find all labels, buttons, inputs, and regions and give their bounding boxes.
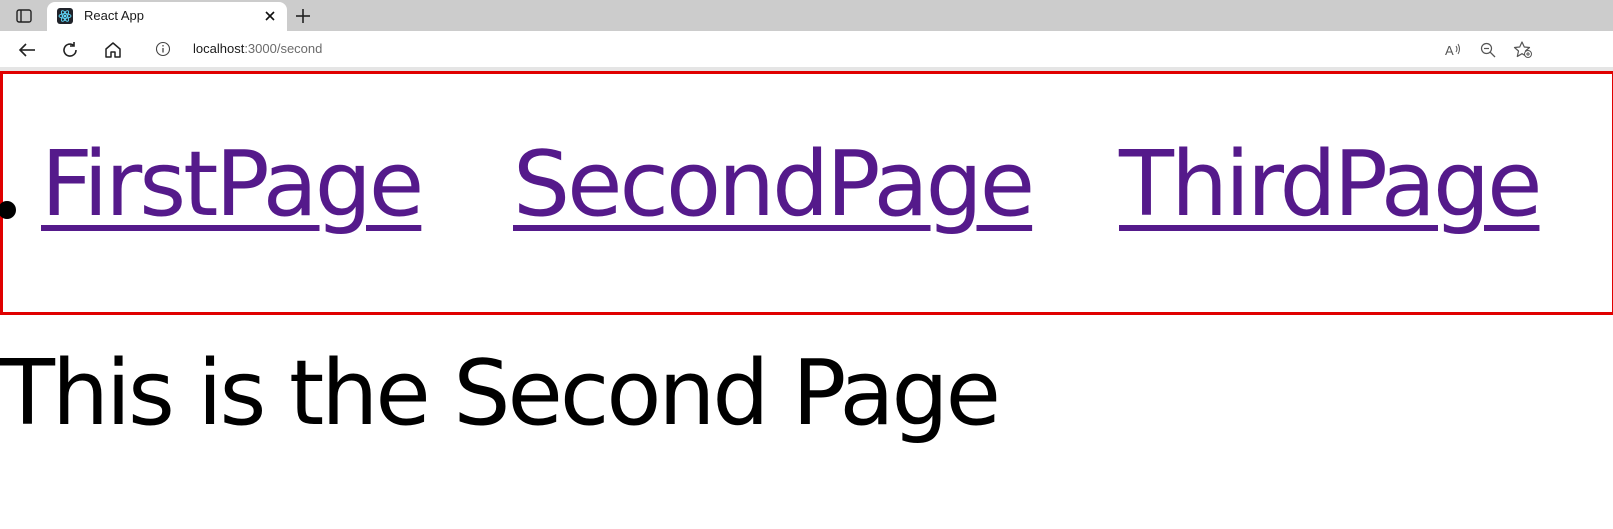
browser-toolbar: localhost:3000/second A (0, 31, 1613, 67)
refresh-icon[interactable] (57, 37, 83, 63)
back-arrow-icon[interactable] (14, 37, 40, 63)
navigation-bar: FirstPage SecondPage ThirdPage (0, 71, 1613, 315)
tab-strip: React App (0, 0, 1613, 31)
close-icon[interactable] (261, 7, 279, 25)
react-logo-icon (57, 8, 73, 24)
svg-text:A: A (1445, 43, 1454, 58)
read-aloud-icon[interactable]: A (1443, 40, 1463, 60)
nav-link-second-page[interactable]: SecondPage (513, 140, 1035, 230)
page-viewport: FirstPage SecondPage ThirdPage This is t… (0, 71, 1613, 529)
tab-actions-icon[interactable] (10, 6, 38, 26)
list-bullet (0, 201, 16, 219)
add-favorite-icon[interactable] (1513, 40, 1533, 60)
address-bar[interactable]: localhost:3000/second A (143, 34, 1602, 64)
page-heading: This is the Second Page (0, 341, 1001, 446)
active-tab[interactable]: React App (47, 2, 287, 31)
tab-title: React App (84, 8, 144, 23)
url-path: :3000/second (244, 41, 323, 56)
url-host: localhost (193, 41, 245, 56)
plus-icon[interactable] (292, 5, 314, 27)
home-icon[interactable] (100, 37, 126, 63)
url-text[interactable]: localhost:3000/second (193, 41, 322, 56)
nav-link-third-page[interactable]: ThirdPage (1119, 140, 1542, 230)
info-icon[interactable] (155, 41, 171, 57)
zoom-out-icon[interactable] (1478, 40, 1498, 60)
nav-link-first-page[interactable]: FirstPage (41, 140, 424, 230)
